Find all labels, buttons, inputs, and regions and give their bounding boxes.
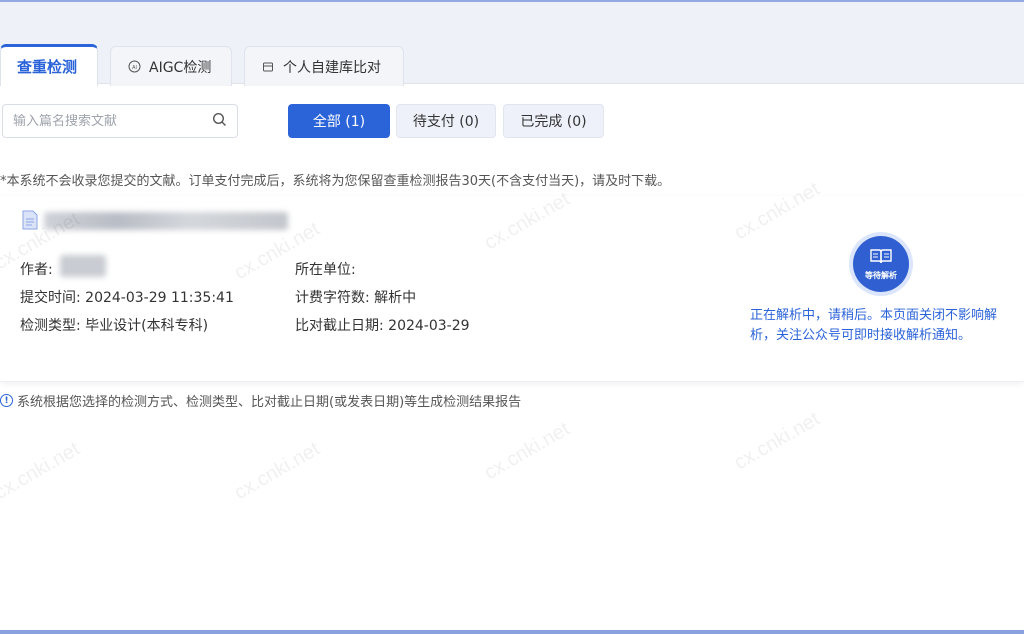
check-type: 检测类型: 毕业设计(本科专科) (20, 318, 209, 334)
database-icon (261, 60, 275, 74)
tab-personal-library[interactable]: 个人自建库比对 (244, 46, 404, 86)
search-icon[interactable] (212, 112, 227, 131)
parsing-status-badge: 等待解析 (853, 236, 909, 292)
tab-plagiarism-check[interactable]: 查重检测 (0, 44, 98, 86)
submit-time: 提交时间: 2024-03-29 11:35:41 (20, 290, 234, 306)
tab-label: AIGC检测 (149, 59, 212, 76)
search-box (2, 104, 238, 138)
report-info-text: 系统根据您选择的检测方式、检测类型、比对截止日期(或发表日期)等生成检测结果报告 (17, 395, 522, 410)
watermark: cx.cnki.net (480, 417, 574, 485)
comparison-deadline: 比对截止日期: 2024-03-29 (295, 318, 470, 334)
filter-all-button[interactable]: 全部 (1) (288, 104, 390, 138)
status-badge-label: 等待解析 (865, 270, 897, 280)
parsing-status-message: 正在解析中，请稍后。本页面关闭不影响解析，关注公众号可即时接收解析通知。 (750, 308, 998, 343)
watermark: cx.cnki.net (230, 437, 324, 505)
svg-text:AI: AI (132, 65, 137, 71)
filter-pending-payment-button[interactable]: 待支付 (0) (396, 104, 496, 138)
tab-aigc-check[interactable]: AI AIGC检测 (110, 46, 232, 86)
info-icon: ! (0, 394, 13, 407)
book-icon (870, 248, 892, 268)
record-card: 作者: 提交时间: 2024-03-29 11:35:41 检测类型: 毕业设计… (0, 196, 1024, 382)
tab-label: 个人自建库比对 (283, 59, 381, 76)
search-input[interactable] (13, 113, 212, 129)
char-count: 计费字符数: 解析中 (295, 290, 417, 306)
filter-completed-button[interactable]: 已完成 (0) (503, 104, 604, 138)
report-info-note: ! 系统根据您选择的检测方式、检测类型、比对截止日期(或发表日期)等生成检测结果… (0, 391, 521, 410)
watermark: cx.cnki.net (730, 407, 824, 475)
document-icon (22, 210, 38, 230)
redacted-author (60, 255, 106, 277)
watermark: cx.cnki.net (0, 437, 84, 505)
retention-notice: *本系统不会收录您提交的文献。订单支付完成后，系统将为您保留查重检测报告30天(… (0, 174, 671, 189)
bottom-accent-line (0, 630, 1024, 634)
ai-icon: AI (127, 60, 141, 74)
redacted-document-title[interactable] (44, 212, 288, 230)
unit-label: 所在单位: (295, 262, 356, 278)
tab-bar: 查重检测 AI AIGC检测 个人自建库比对 (0, 2, 1024, 86)
author-label: 作者: (20, 262, 53, 278)
tab-label: 查重检测 (17, 58, 78, 76)
